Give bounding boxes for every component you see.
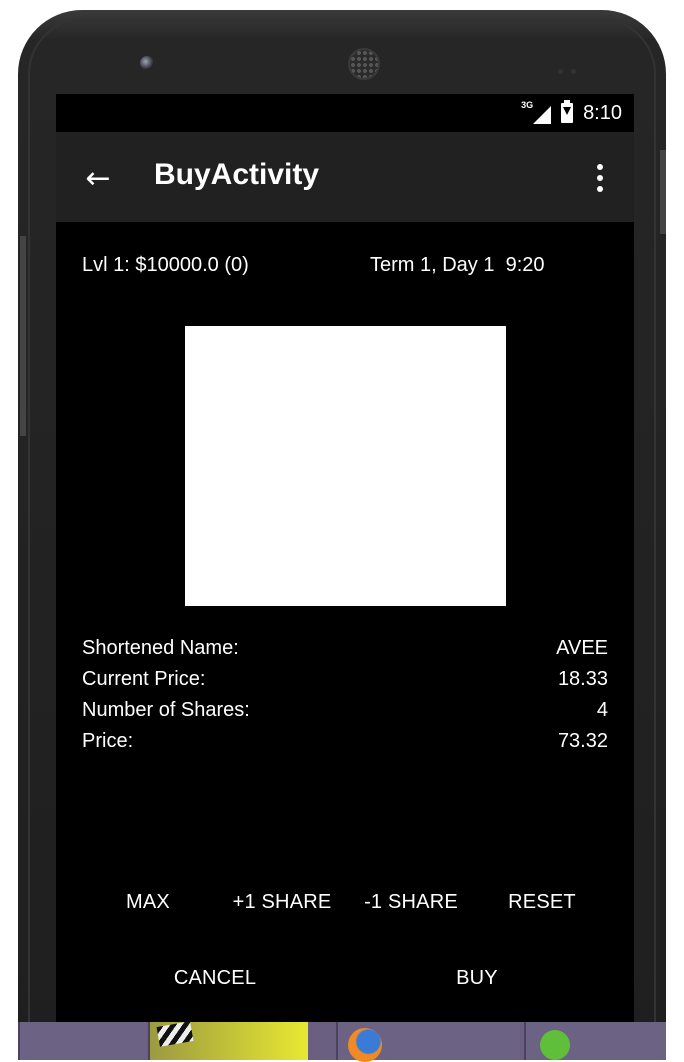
share-actions: MAX +1 SHARE -1 SHARE RESET xyxy=(56,884,634,924)
detail-value: AVEE xyxy=(556,637,608,659)
host-taskbar xyxy=(18,1021,666,1062)
game-info-row: Lvl 1: $10000.0 (0) Term 1, Day 1 9:20 xyxy=(82,254,622,282)
taskbar-item[interactable] xyxy=(18,1022,146,1060)
status-bar: 3G 8:10 xyxy=(56,94,634,132)
more-vert-icon[interactable] xyxy=(584,156,616,200)
app-icon xyxy=(540,1030,570,1060)
detail-label: Current Price: xyxy=(82,668,206,690)
max-button[interactable]: MAX xyxy=(106,884,190,920)
back-button[interactable]: ← xyxy=(76,156,120,200)
taskbar-item[interactable] xyxy=(148,1021,308,1060)
reset-button[interactable]: RESET xyxy=(500,884,584,920)
detail-row-current-price: Current Price: 18.33 xyxy=(82,665,608,696)
app-bar: ← BuyActivity xyxy=(56,132,634,222)
buy-button[interactable]: BUY xyxy=(446,960,508,996)
signal-icon: 3G xyxy=(521,100,552,124)
page-title: BuyActivity xyxy=(154,158,320,191)
term-day-time-text: Term 1, Day 1 9:20 xyxy=(370,254,545,276)
level-balance-text: Lvl 1: $10000.0 (0) xyxy=(82,254,249,276)
phone-screen: 3G 8:10 ← BuyActivity Lvl 1: $10000.0 (0… xyxy=(56,94,634,1050)
detail-row-shortened-name: Shortened Name: AVEE xyxy=(82,634,608,665)
cancel-button[interactable]: CANCEL xyxy=(166,960,264,996)
battery-charging-icon xyxy=(561,100,574,123)
earpiece-speaker-icon xyxy=(348,48,380,80)
plus-one-share-button[interactable]: +1 SHARE xyxy=(224,884,340,920)
stock-details: Shortened Name: AVEE Current Price: 18.3… xyxy=(82,634,608,758)
detail-row-number-of-shares: Number of Shares: 4 xyxy=(82,696,608,727)
firefox-icon xyxy=(348,1028,382,1062)
network-type-label: 3G xyxy=(521,100,534,110)
clapperboard-icon xyxy=(156,1021,194,1047)
front-camera-icon xyxy=(140,56,154,70)
taskbar-item[interactable] xyxy=(524,1022,666,1060)
detail-value: 4 xyxy=(596,699,608,721)
dialog-actions: CANCEL BUY xyxy=(56,960,634,1000)
detail-row-price: Price: 73.32 xyxy=(82,727,608,758)
taskbar-item[interactable] xyxy=(336,1022,520,1062)
proximity-sensors xyxy=(558,59,588,74)
detail-label: Shortened Name: xyxy=(82,637,239,659)
detail-value: 18.33 xyxy=(557,668,608,690)
status-time: 8:10 xyxy=(583,101,622,124)
stock-image xyxy=(185,326,506,606)
detail-value: 73.32 xyxy=(557,730,608,752)
power-button xyxy=(660,150,666,234)
arrow-left-icon: ← xyxy=(85,160,111,196)
minus-one-share-button[interactable]: -1 SHARE xyxy=(356,884,466,920)
detail-label: Price: xyxy=(82,730,134,752)
side-button-left xyxy=(20,236,26,436)
detail-label: Number of Shares: xyxy=(82,699,250,721)
desktop: 3G 8:10 ← BuyActivity Lvl 1: $10000.0 (0… xyxy=(0,0,684,1062)
